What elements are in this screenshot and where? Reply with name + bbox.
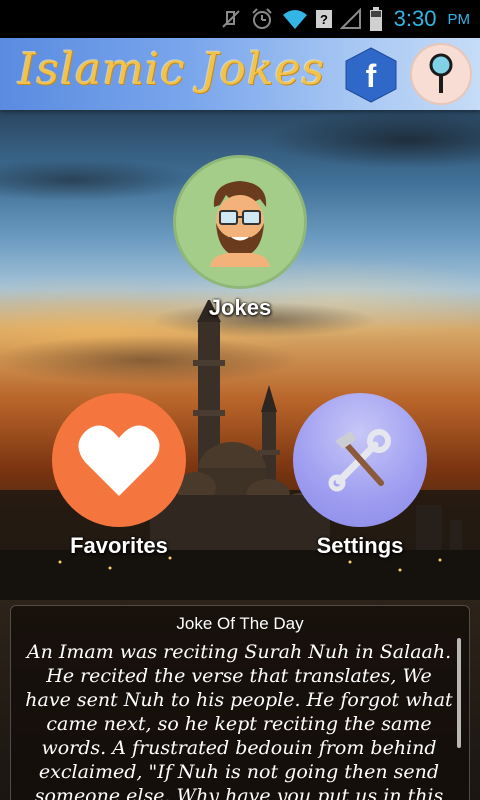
favorites-menu-item[interactable]: Favorites — [48, 393, 190, 559]
joke-of-the-day-panel[interactable]: Joke Of The Day An Imam was reciting Sur… — [10, 605, 470, 800]
jokes-button[interactable] — [173, 155, 307, 289]
wifi-icon — [282, 10, 307, 29]
alarm-icon — [251, 8, 272, 29]
tools-icon — [328, 429, 391, 492]
settings-menu-item[interactable]: Settings — [290, 393, 430, 559]
facebook-icon: f — [345, 47, 397, 103]
facebook-button[interactable]: f — [344, 47, 398, 103]
battery-icon — [369, 7, 382, 31]
search-icon — [429, 53, 453, 93]
mute-icon — [221, 10, 240, 28]
search-button[interactable] — [410, 43, 472, 105]
favorites-button[interactable] — [52, 393, 186, 527]
svg-text:f: f — [366, 58, 377, 94]
bearded-man-icon — [210, 181, 270, 267]
status-bar: ? 3:30 PM — [0, 0, 480, 38]
settings-button[interactable] — [293, 393, 427, 527]
status-ampm: PM — [447, 10, 471, 28]
favorites-label: Favorites — [70, 533, 168, 558]
jokes-label: Jokes — [208, 295, 272, 320]
app-title: Islamic Jokes — [18, 44, 326, 95]
heart-icon — [78, 425, 160, 496]
settings-label: Settings — [316, 533, 404, 558]
signal-icon — [339, 8, 361, 29]
jokes-menu-item[interactable]: Jokes — [172, 155, 308, 321]
unknown-network-icon: ? — [315, 10, 332, 28]
status-time: 3:30 — [393, 6, 437, 31]
joke-of-the-day-text: An Imam was reciting Surah Nuh in Salaah… — [25, 641, 453, 800]
joke-of-the-day-title: Joke Of The Day — [176, 614, 304, 633]
app-header: Islamic Jokes f — [0, 38, 480, 110]
svg-text:?: ? — [320, 12, 328, 27]
scrollbar-thumb[interactable] — [457, 638, 461, 748]
